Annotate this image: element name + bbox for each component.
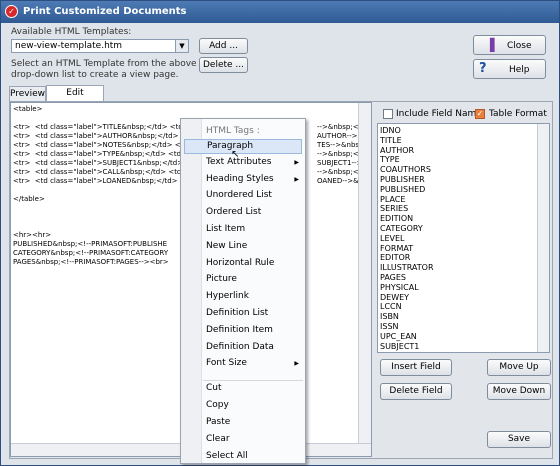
- field-list-item[interactable]: PUBLISHED: [380, 185, 425, 194]
- field-list-item[interactable]: SUBJECT1: [380, 342, 419, 351]
- templates-hint-line1: Select an HTML Template from the above: [11, 59, 197, 69]
- menu-item-paragraph[interactable]: Paragraph: [184, 139, 302, 154]
- submenu-arrow-icon: ▶: [294, 360, 299, 368]
- field-list-item[interactable]: EDITION: [380, 214, 413, 223]
- field-list-item[interactable]: ISSN: [380, 322, 399, 331]
- app-icon: ✓: [5, 5, 18, 18]
- menu-item-label: Picture: [206, 274, 237, 285]
- menu-item-definition-list[interactable]: Definition List: [206, 308, 268, 318]
- field-list-item[interactable]: TYPE: [380, 155, 400, 164]
- menu-item-horizontal-rule[interactable]: Horizontal Rule: [206, 258, 274, 268]
- help-icon: ?: [479, 61, 487, 76]
- field-list-item[interactable]: COAUTHORS: [380, 165, 431, 174]
- field-list-item[interactable]: SERIES: [380, 204, 408, 213]
- move-up-button[interactable]: Move Up: [487, 359, 551, 376]
- menu-item-paste[interactable]: Paste: [206, 417, 230, 427]
- tab-edit-template[interactable]: Edit Template: [46, 85, 104, 112]
- field-list-item[interactable]: EDITOR: [380, 253, 410, 262]
- move-down-button[interactable]: Move Down: [487, 383, 551, 400]
- include-field-name-checkbox[interactable]: [383, 109, 393, 119]
- menu-item-select-all[interactable]: Select All: [206, 451, 248, 461]
- field-list-item[interactable]: PUBLISHER: [380, 175, 425, 184]
- table-format-checkbox[interactable]: ✓: [475, 109, 485, 119]
- field-list-item[interactable]: IDNO: [380, 126, 401, 135]
- field-list-item[interactable]: FORMAT: [380, 244, 413, 253]
- menu-item-definition-data[interactable]: Definition Data: [206, 342, 274, 352]
- field-list-item[interactable]: ILLUSTRATOR: [380, 263, 434, 272]
- menu-separator: [203, 380, 303, 381]
- field-list-item[interactable]: ISBN: [380, 312, 399, 321]
- tab-preview[interactable]: Preview: [9, 86, 46, 101]
- menu-item-cut[interactable]: Cut: [206, 383, 222, 393]
- main-window: ✓ Print Customized Documents Available H…: [0, 0, 560, 466]
- menu-item-heading-styles[interactable]: Heading Styles: [206, 174, 274, 184]
- submenu-arrow-icon: ▶: [294, 158, 299, 166]
- template-select[interactable]: new-view-template.htm ▼: [11, 39, 189, 53]
- save-button[interactable]: Save: [487, 431, 551, 448]
- menu-item-label: Heading Styles: [206, 173, 274, 184]
- menu-item-label: Ordered List: [206, 207, 262, 218]
- menu-item-label: Definition List: [206, 308, 269, 318]
- close-button[interactable]: ▌ Close: [473, 35, 546, 55]
- field-list-item[interactable]: PAGES: [380, 273, 406, 282]
- help-button-label: Help: [509, 65, 530, 75]
- menu-item-new-line[interactable]: New Line: [206, 241, 247, 251]
- editor-text: <table> <tr> <td class="label">TITLE&nbs…: [13, 105, 204, 266]
- menu-item-label: List Item: [206, 224, 246, 234]
- menu-item-picture[interactable]: Picture: [206, 274, 237, 284]
- menu-item-label: Font Size: [206, 358, 247, 369]
- include-field-name-label: Include Field Name: [396, 109, 482, 119]
- insert-field-button[interactable]: Insert Field: [380, 359, 452, 376]
- chevron-down-icon[interactable]: ▼: [175, 40, 188, 52]
- table-format-label: Table Format: [489, 109, 547, 119]
- menu-icon-stripe: [181, 119, 202, 463]
- field-list-scrollbar[interactable]: [537, 124, 549, 352]
- add-template-button[interactable]: Add ...: [199, 38, 248, 54]
- menu-item-copy[interactable]: Copy: [206, 400, 229, 410]
- delete-field-button[interactable]: Delete Field: [380, 383, 452, 400]
- help-button[interactable]: ? Help: [473, 59, 546, 79]
- context-menu: HTML Tags : Paragraph Text Attributes ▶ Hea…: [180, 118, 306, 464]
- menu-item-label: Horizontal Rule: [206, 257, 275, 268]
- menu-item-label: Definition Item: [206, 324, 273, 335]
- delete-template-button[interactable]: Delete ...: [199, 57, 248, 73]
- menu-item-clear[interactable]: Clear: [206, 434, 230, 444]
- field-list[interactable]: IDNO TITLE AUTHOR TYPE COAUTHORS PUBLISHER PUB…: [377, 123, 550, 353]
- menu-item-label: New Line: [206, 240, 248, 251]
- field-list-item[interactable]: LEVEL: [380, 234, 405, 243]
- templates-label: Available HTML Templates:: [11, 27, 132, 37]
- title-bar: ✓ Print Customized Documents: [1, 1, 559, 23]
- menu-item-list-item[interactable]: List Item: [206, 224, 245, 234]
- field-list-item[interactable]: UPC_EAN: [380, 332, 417, 341]
- menu-item-hyperlink[interactable]: Hyperlink: [206, 291, 249, 301]
- field-list-item[interactable]: AUTHOR: [380, 146, 414, 155]
- field-list-item[interactable]: LCCN: [380, 302, 402, 311]
- menu-item-ordered-list[interactable]: Ordered List: [206, 207, 261, 217]
- menu-item-definition-item[interactable]: Definition Item: [206, 325, 273, 335]
- close-button-label: Close: [507, 41, 532, 51]
- menu-item-label: Hyperlink: [206, 291, 249, 302]
- menu-item-unordered-list[interactable]: Unordered List: [206, 190, 272, 200]
- template-select-value: new-view-template.htm: [15, 41, 123, 51]
- menu-header: HTML Tags :: [206, 126, 260, 136]
- field-list-item[interactable]: DEWEY: [380, 293, 409, 302]
- templates-hint-line2: drop-down list to create a view page.: [11, 70, 179, 80]
- close-door-icon: ▌: [490, 38, 500, 52]
- editor-vertical-scrollbar[interactable]: [358, 103, 371, 456]
- mouse-pointer-icon: ↖: [231, 149, 240, 160]
- submenu-arrow-icon: ▶: [294, 175, 299, 183]
- field-list-item[interactable]: PLACE: [380, 195, 405, 204]
- menu-item-font-size[interactable]: Font Size: [206, 358, 247, 368]
- field-list-item[interactable]: CATEGORY: [380, 224, 423, 233]
- field-list-item[interactable]: PHYSICAL: [380, 283, 419, 292]
- menu-item-label: Definition Data: [206, 341, 274, 352]
- field-list-item[interactable]: TITLE: [380, 136, 402, 145]
- window-title: Print Customized Documents: [23, 6, 187, 17]
- menu-item-label: Unordered List: [206, 190, 272, 201]
